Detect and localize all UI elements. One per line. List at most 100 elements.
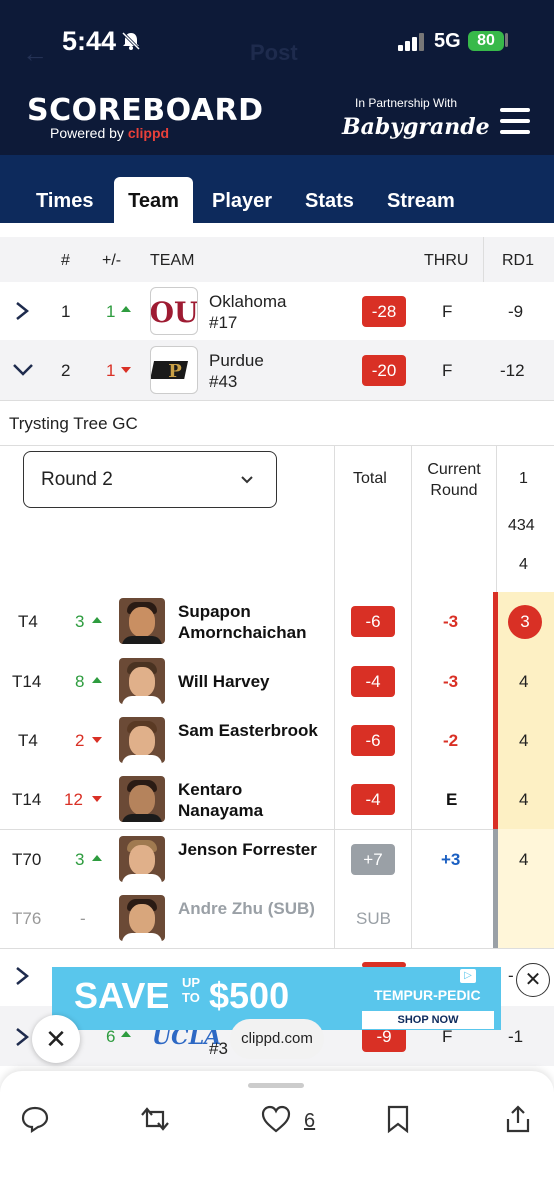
arrow-down-icon <box>92 796 102 802</box>
tab-stats[interactable]: Stats <box>305 190 354 213</box>
table-row[interactable] <box>0 340 554 400</box>
chevron-right-icon[interactable] <box>14 1027 30 1047</box>
tab-player[interactable]: Player <box>212 190 272 213</box>
current-divider <box>411 445 412 948</box>
player-avatar[interactable] <box>119 658 165 704</box>
player-total: -4 <box>351 666 395 697</box>
header-current-round: Current Round <box>427 461 481 499</box>
player-total: -6 <box>351 725 395 756</box>
network-type: 5G <box>434 30 461 52</box>
ad-close-icon[interactable]: ✕ <box>516 963 550 997</box>
player-hole1: 4 <box>519 790 529 809</box>
tab-times[interactable]: Times <box>36 190 93 213</box>
powered-prefix: Powered by <box>50 125 124 141</box>
team-change: 6 <box>106 1027 116 1046</box>
player-name[interactable]: Jenson Forrester <box>178 839 328 860</box>
arrow-down-icon <box>92 737 102 743</box>
post-actions-sheet <box>0 1071 554 1200</box>
url-chip[interactable]: clippd.com <box>230 1019 324 1059</box>
arrow-up-icon <box>92 617 102 623</box>
player-pos: T4 <box>18 731 38 750</box>
close-icon[interactable]: ✕ <box>32 1015 80 1063</box>
player-name[interactable]: Andre Zhu (SUB) <box>178 898 328 919</box>
player-avatar[interactable] <box>119 895 165 941</box>
ad-headline-amount: $500 <box>209 975 290 1016</box>
heart-icon[interactable] <box>260 1104 292 1134</box>
player-pos: T70 <box>12 850 42 869</box>
scoreboard-logo[interactable]: SCOREBOARD <box>27 93 264 128</box>
hole-score-birdie: 3 <box>508 605 542 639</box>
player-avatar[interactable] <box>119 717 165 763</box>
arrow-down-icon <box>121 367 131 373</box>
player-current: -2 <box>443 731 459 750</box>
player-total: -6 <box>351 606 395 637</box>
player-name[interactable]: Supapon Amornchaichan <box>178 601 328 643</box>
header-change: +/- <box>102 252 122 269</box>
chevron-right-icon[interactable] <box>14 966 30 986</box>
back-chevron-icon[interactable]: ← <box>22 38 48 69</box>
reply-icon[interactable] <box>20 1104 50 1134</box>
sheet-grabber[interactable] <box>248 1083 304 1088</box>
round-dropdown-value: Round 2 <box>41 469 113 490</box>
counting-bar <box>493 592 498 829</box>
team-score: -20 <box>362 355 406 386</box>
player-avatar[interactable] <box>119 598 165 644</box>
divider <box>0 829 493 830</box>
repost-icon[interactable] <box>138 1104 172 1134</box>
player-change: 2 <box>75 731 85 750</box>
status-bar: ← Post 5:44 5G 80 <box>0 0 554 80</box>
player-name[interactable]: Will Harvey <box>178 671 328 692</box>
share-icon[interactable] <box>504 1104 532 1134</box>
player-total: SUB <box>356 909 391 928</box>
ad-shop-now-button[interactable]: SHOP NOW <box>362 1011 494 1029</box>
babygrande-logo[interactable]: Babygrande <box>342 114 490 140</box>
purdue-logo: P <box>150 346 198 394</box>
player-hole1: 4 <box>519 731 529 750</box>
course-name: Trysting Tree GC <box>9 414 138 433</box>
round-dropdown[interactable]: Round 2 <box>23 451 277 508</box>
arrow-up-icon <box>92 677 102 683</box>
battery-cap <box>505 33 508 47</box>
oklahoma-logo: OU <box>150 287 198 335</box>
player-change: - <box>80 909 86 928</box>
team-name[interactable]: Purdue <box>209 351 264 371</box>
team-rd1: - <box>508 966 514 985</box>
player-name[interactable]: Kentaro Nanayama <box>178 779 328 821</box>
ad-choices-icon[interactable]: ▷ <box>460 969 476 983</box>
bookmark-icon[interactable] <box>384 1104 412 1134</box>
cell-signal-icon <box>398 33 424 51</box>
chevron-right-icon[interactable] <box>14 301 30 321</box>
svg-text:P: P <box>168 361 182 382</box>
player-pos: T76 <box>12 909 42 928</box>
player-current: -3 <box>443 672 459 691</box>
player-avatar[interactable] <box>119 776 165 822</box>
player-change: 3 <box>75 612 85 631</box>
team-name[interactable]: Oklahoma <box>209 292 286 312</box>
header-thru: THRU <box>424 252 469 269</box>
player-name[interactable]: Sam Easterbrook <box>178 720 328 741</box>
player-total: -4 <box>351 784 395 815</box>
like-count[interactable]: 6 <box>304 1110 315 1133</box>
header-yards: 434 <box>508 517 535 534</box>
header-rd1: RD1 <box>502 252 535 269</box>
player-total: +7 <box>351 844 395 875</box>
team-rd1: -9 <box>508 302 524 321</box>
team-pos: 2 <box>61 361 71 380</box>
tab-team[interactable]: Team <box>114 177 193 223</box>
chevron-down-icon[interactable] <box>12 362 34 376</box>
team-pos: 1 <box>61 302 71 321</box>
player-pos: T14 <box>12 672 42 691</box>
background-post-title: Post <box>250 40 298 65</box>
team-table-header <box>0 237 554 282</box>
team-rd1: -1 <box>508 1027 524 1046</box>
player-avatar[interactable] <box>119 836 165 882</box>
ad-up: UP <box>182 975 201 990</box>
tab-stream[interactable]: Stream <box>387 190 455 213</box>
player-current: E <box>446 790 458 809</box>
player-hole1: 4 <box>519 672 529 691</box>
arrow-up-icon <box>121 1031 131 1037</box>
hole-divider <box>496 445 497 592</box>
hamburger-menu-icon[interactable] <box>500 108 530 134</box>
ad-brand: TEMPUR-PEDIC <box>374 987 481 1003</box>
status-time: 5:44 <box>62 26 117 56</box>
